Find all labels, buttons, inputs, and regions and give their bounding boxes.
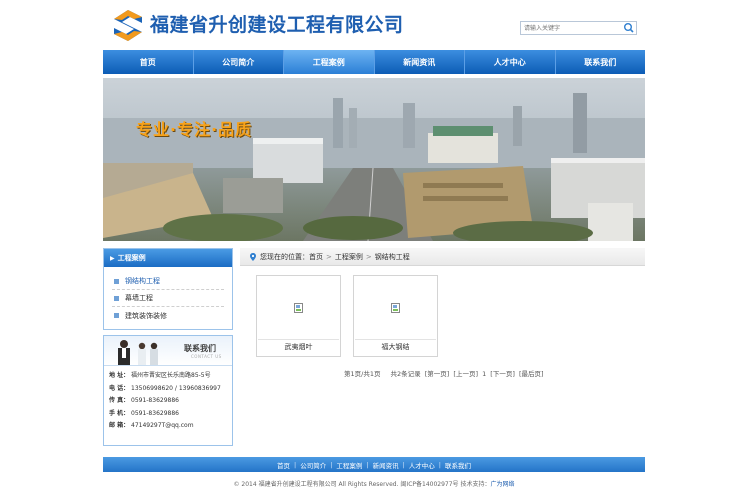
city-illustration bbox=[103, 93, 645, 241]
contact-value: 47149297T@qq.com bbox=[131, 422, 194, 429]
footer-link[interactable]: 公司简介 bbox=[300, 460, 326, 470]
footer-link[interactable]: 工程案例 bbox=[336, 460, 362, 470]
breadcrumb: 您现在的位置： 首页 > 工程案例 > 钢结构工程 bbox=[240, 248, 645, 266]
contact-title: 联系我们 bbox=[184, 344, 216, 353]
footer-separator: | bbox=[293, 460, 297, 469]
main-nav: 首页 公司简介 工程案例 新闻资讯 人才中心 联系我们 bbox=[103, 50, 645, 74]
contact-value: 0591-83629886 bbox=[131, 397, 179, 404]
contact-label: 地 址： bbox=[109, 372, 130, 379]
nav-item[interactable]: 首页 bbox=[103, 50, 194, 74]
case-card[interactable]: 福大钢结 bbox=[353, 275, 438, 357]
footer-link[interactable]: 联系我们 bbox=[445, 460, 471, 470]
contact-value: 0591-83629886 bbox=[131, 409, 179, 417]
breadcrumb-link[interactable]: 钢结构工程 bbox=[375, 252, 410, 262]
next-page-link[interactable]: [下一页] bbox=[490, 370, 515, 378]
case-caption[interactable]: 武夷烟叶 bbox=[257, 342, 340, 352]
tech-support-link[interactable]: 广为网络 bbox=[490, 481, 514, 488]
contact-header: 联系我们 CONTACT US bbox=[104, 336, 232, 366]
bullet-icon bbox=[114, 278, 119, 284]
category-label[interactable]: 钢结构工程 bbox=[125, 276, 160, 286]
breadcrumb-link[interactable]: 首页 bbox=[309, 252, 323, 262]
pagination: 第1页/共1页 共2条记录 [第一页] [上一页] 1 [下一页] [最后页] bbox=[344, 368, 546, 378]
case-thumbnail[interactable] bbox=[258, 277, 339, 340]
contact-label: 电 话： bbox=[109, 384, 130, 392]
case-thumbnail[interactable] bbox=[355, 277, 436, 340]
footer-link[interactable]: 首页 bbox=[277, 460, 290, 470]
nav-item[interactable]: 工程案例 bbox=[284, 50, 375, 74]
category-item[interactable]: 钢结构工程 bbox=[112, 273, 224, 290]
last-page-link[interactable]: [最后页] bbox=[519, 370, 544, 378]
contact-line: 电 话： 13506998620 / 13960836997 bbox=[109, 383, 227, 396]
current-page: 1 bbox=[482, 370, 487, 378]
breadcrumb-separator: > bbox=[365, 252, 372, 261]
broken-image-icon bbox=[294, 303, 303, 313]
search-box bbox=[520, 21, 637, 35]
footer-separator: | bbox=[438, 460, 441, 469]
contact-line: 地 址： 福州市晋安区长乐南路85-5号 bbox=[109, 370, 227, 383]
contact-value: 福州市晋安区长乐南路85-5号 bbox=[131, 372, 211, 379]
case-caption[interactable]: 福大钢结 bbox=[354, 342, 437, 352]
contact-line: 手 机： 0591-83629886 bbox=[109, 408, 227, 421]
bullet-icon bbox=[114, 295, 119, 301]
company-logo bbox=[114, 10, 142, 41]
category-list: 钢结构工程幕墙工程建筑装饰装修 bbox=[104, 267, 232, 328]
category-item[interactable]: 幕墙工程 bbox=[112, 290, 224, 307]
contact-subtitle: CONTACT US bbox=[191, 354, 222, 359]
search-icon[interactable] bbox=[622, 22, 635, 34]
footer-link[interactable]: 新闻资讯 bbox=[373, 460, 399, 470]
category-panel-title: ▶ 工程案例 bbox=[104, 249, 232, 267]
contact-label: 手 机： bbox=[109, 409, 130, 417]
search-input[interactable] bbox=[521, 22, 621, 34]
copyright: © 2014 福建省升创建设工程有限公司 All Rights Reserved… bbox=[233, 481, 515, 488]
contact-label: 邮 箱： bbox=[109, 422, 130, 429]
breadcrumb-link[interactable]: 工程案例 bbox=[335, 252, 363, 262]
footer-separator: | bbox=[402, 460, 405, 469]
company-name: 福建省升创建设工程有限公司 bbox=[150, 14, 404, 36]
breadcrumb-separator: > bbox=[326, 252, 332, 261]
category-label[interactable]: 建筑装饰装修 bbox=[125, 311, 167, 321]
category-label[interactable]: 幕墙工程 bbox=[125, 293, 153, 303]
bullet-icon bbox=[114, 313, 119, 318]
nav-item[interactable]: 公司简介 bbox=[194, 50, 284, 74]
arrow-icon: ▶ bbox=[110, 254, 115, 262]
broken-image-icon bbox=[391, 303, 400, 313]
prev-page-link[interactable]: [上一页] bbox=[453, 370, 478, 378]
record-count: 共2条记录 bbox=[390, 370, 421, 378]
first-page-link[interactable]: [第一页] bbox=[425, 370, 450, 378]
contact-panel: 联系我们 CONTACT US 地 址： 福州市晋安区长乐南路85-5号电 话： 1… bbox=[103, 335, 233, 446]
staff-photo bbox=[118, 340, 158, 365]
nav-item[interactable]: 新闻资讯 bbox=[375, 50, 465, 74]
banner-slogan: 专业·专注·品质 bbox=[136, 120, 253, 139]
footer-link[interactable]: 人才中心 bbox=[409, 460, 435, 470]
footer-separator: | bbox=[330, 460, 333, 469]
category-panel: ▶ 工程案例 钢结构工程幕墙工程建筑装饰装修 bbox=[103, 248, 233, 330]
contact-value: 13506998620 / 13960836997 bbox=[131, 384, 221, 392]
contact-label: 传 真： bbox=[109, 397, 130, 404]
location-icon bbox=[250, 252, 256, 261]
nav-item[interactable]: 人才中心 bbox=[465, 50, 556, 74]
page-info: 第1页/共1页 bbox=[344, 370, 381, 378]
contact-line: 邮 箱： 47149297T@qq.com bbox=[109, 420, 227, 433]
footer-nav: 首页 | 公司简介 | 工程案例 | 新闻资讯 | 人才中心 | 联系我们 bbox=[103, 457, 645, 472]
case-card[interactable]: 武夷烟叶 bbox=[256, 275, 341, 357]
contact-line: 传 真： 0591-83629886 bbox=[109, 395, 227, 408]
contact-lines: 地 址： 福州市晋安区长乐南路85-5号电 话： 13506998620 / 139… bbox=[104, 366, 232, 437]
nav-item[interactable]: 联系我们 bbox=[556, 50, 646, 74]
category-item[interactable]: 建筑装饰装修 bbox=[112, 307, 224, 324]
footer-separator: | bbox=[366, 460, 369, 469]
banner: 专业·专注·品质 bbox=[103, 78, 645, 241]
